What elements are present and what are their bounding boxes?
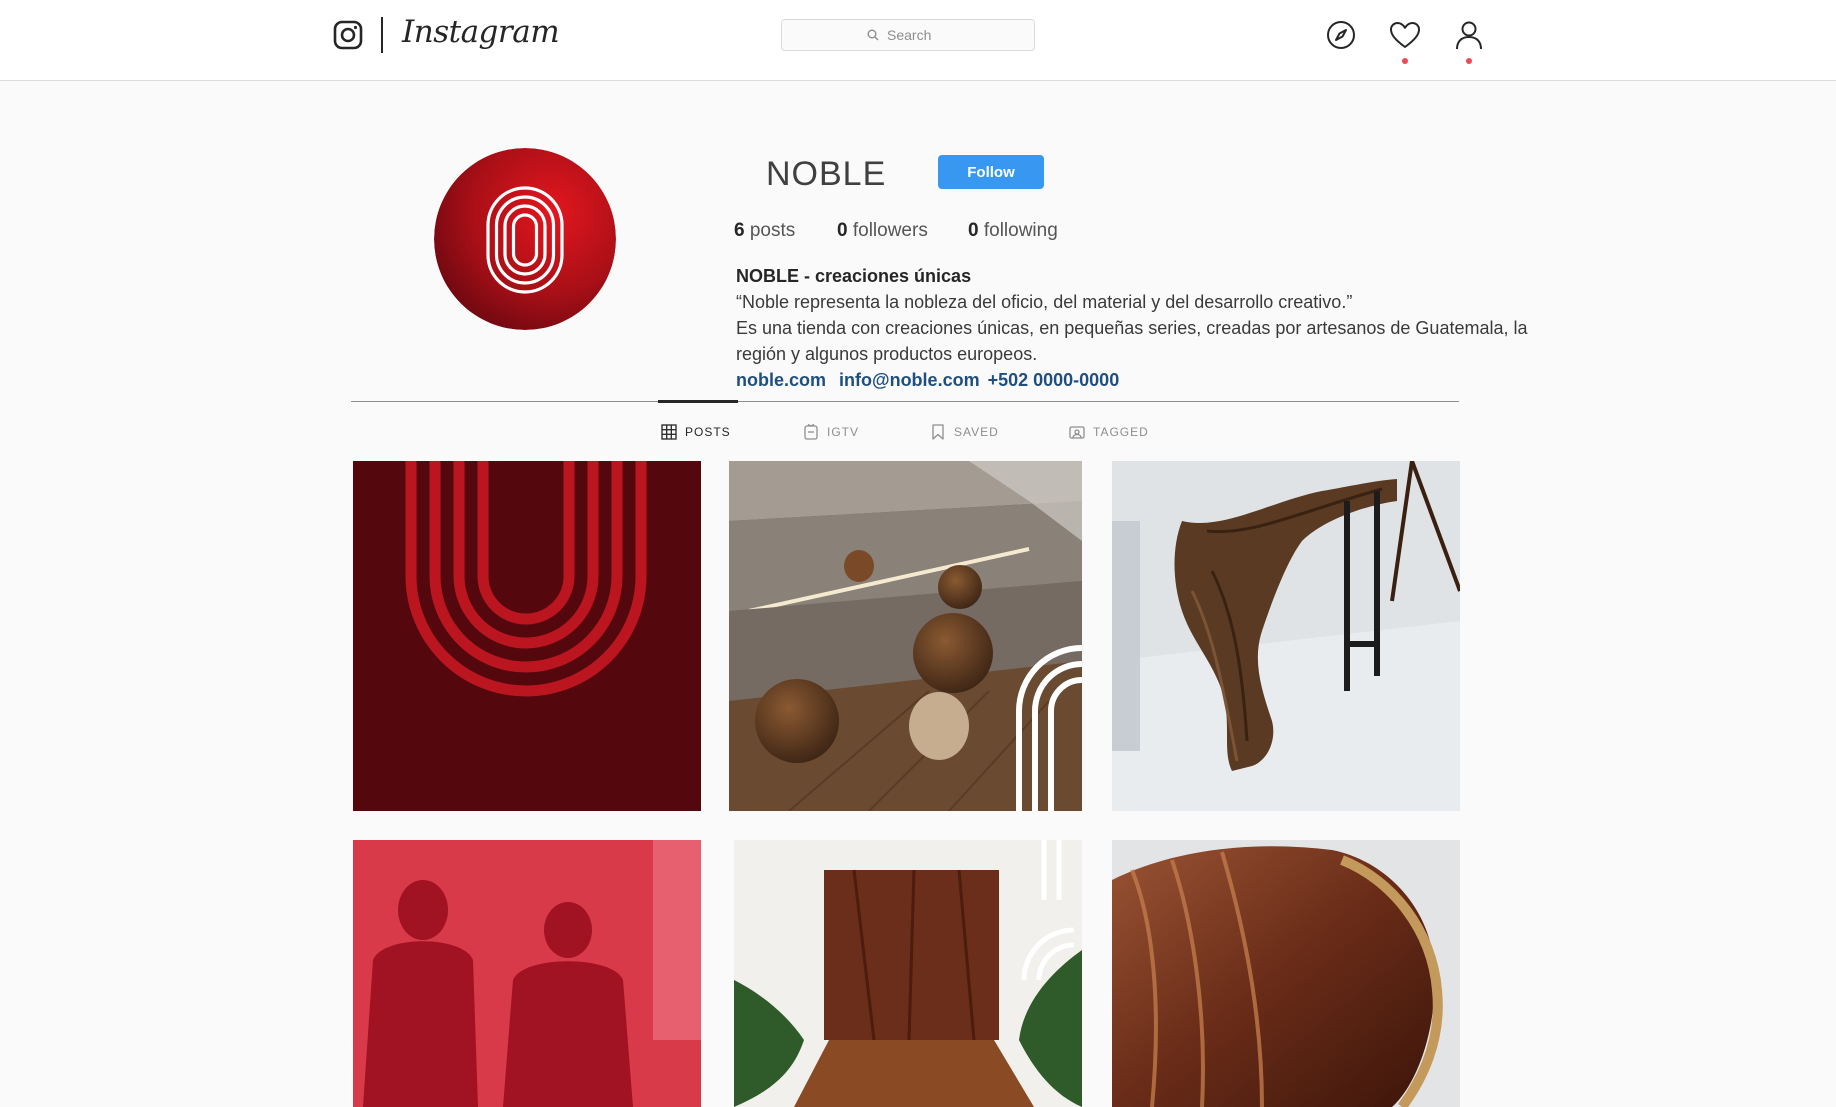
tabs-divider xyxy=(351,401,1459,402)
following-label: following xyxy=(983,220,1058,241)
instagram-wordmark[interactable]: Instagram xyxy=(402,14,560,50)
post-image-people-red xyxy=(353,840,701,1107)
phone-link[interactable]: +502 0000-0000 xyxy=(988,370,1120,390)
user-icon[interactable] xyxy=(1452,18,1486,52)
followers-label: followers xyxy=(852,220,928,241)
heart-icon[interactable] xyxy=(1388,18,1422,52)
followers-stat[interactable]: 0 followers xyxy=(837,220,928,242)
tab-saved-label: SAVED xyxy=(954,425,999,439)
logo-separator xyxy=(381,17,383,53)
post-thumbnail[interactable] xyxy=(729,461,1082,811)
profile-bio: NOBLE - creaciones únicas “Noble represe… xyxy=(736,263,1556,393)
post-thumbnail[interactable] xyxy=(734,840,1082,1107)
avatar[interactable] xyxy=(434,148,616,330)
post-thumbnail[interactable] xyxy=(1112,840,1460,1107)
igtv-icon xyxy=(804,424,818,440)
post-thumbnail[interactable] xyxy=(353,840,701,1107)
posts-count-stat: 6 posts xyxy=(734,220,795,242)
bookmark-icon xyxy=(932,424,944,440)
email-link[interactable]: info@noble.com xyxy=(839,370,980,390)
posts-label: posts xyxy=(749,220,796,241)
tab-saved[interactable]: SAVED xyxy=(930,424,999,440)
tab-igtv-label: IGTV xyxy=(827,425,860,439)
following-count: 0 xyxy=(968,220,979,241)
tab-igtv[interactable]: IGTV xyxy=(803,424,859,440)
search-icon xyxy=(867,29,879,41)
post-image-wood-slab xyxy=(1112,840,1460,1107)
tab-tagged[interactable]: TAGGED xyxy=(1069,424,1149,440)
bio-description: Es una tienda con creaciones únicas, en … xyxy=(736,318,1528,364)
followers-count: 0 xyxy=(837,220,848,241)
follow-button[interactable]: Follow xyxy=(938,155,1044,189)
tagged-icon xyxy=(1069,426,1085,439)
tab-tagged-label: TAGGED xyxy=(1093,425,1149,439)
bio-name: NOBLE - creaciones únicas xyxy=(736,266,972,286)
bio-quote: “Noble representa la nobleza del oficio,… xyxy=(736,292,1353,312)
post-image-wood-spheres xyxy=(729,461,1082,811)
profile-username: NOBLE xyxy=(766,155,887,193)
post-image-logo-pattern xyxy=(353,461,701,811)
top-navigation-bar: Instagram xyxy=(0,0,1836,81)
post-image-wood-door xyxy=(734,840,1082,1107)
grid-icon xyxy=(661,424,677,440)
bio-links: noble.com info@noble.com +502 0000-0000 xyxy=(736,367,1556,393)
website-link[interactable]: noble.com xyxy=(736,370,826,390)
search-input[interactable] xyxy=(885,26,949,44)
search-box[interactable] xyxy=(781,19,1035,51)
following-stat[interactable]: 0 following xyxy=(968,220,1058,242)
instagram-glyph-icon[interactable] xyxy=(333,20,363,50)
post-image-console-table xyxy=(1112,461,1460,811)
posts-count: 6 xyxy=(734,220,745,241)
activity-notification-dot xyxy=(1402,58,1408,64)
post-thumbnail[interactable] xyxy=(1112,461,1460,811)
tab-posts-label: POSTS xyxy=(685,425,731,439)
post-thumbnail[interactable] xyxy=(353,461,701,811)
noble-logo-icon xyxy=(434,148,616,330)
tab-posts[interactable]: POSTS xyxy=(661,424,731,440)
profile-notification-dot xyxy=(1466,58,1472,64)
compass-icon[interactable] xyxy=(1324,18,1358,52)
active-tab-indicator xyxy=(658,400,738,403)
